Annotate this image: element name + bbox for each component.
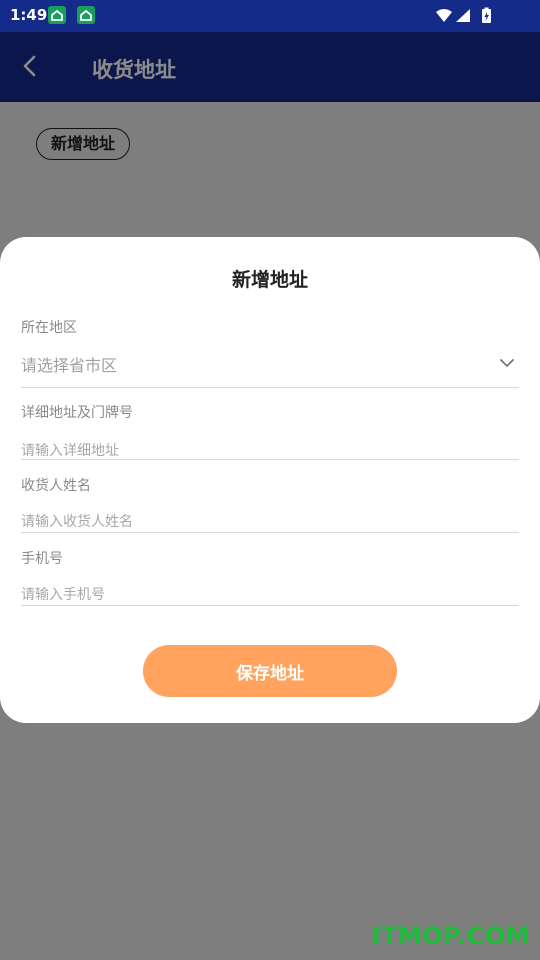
divider — [21, 387, 519, 388]
battery-charging-icon — [482, 7, 491, 23]
status-time: 1:49 — [10, 6, 48, 24]
home-notification-icon — [77, 6, 95, 24]
chevron-down-icon — [500, 359, 514, 367]
add-address-dialog: 新增地址 所在地区 请选择省市区 详细地址及门牌号 收货人姓名 手机号 保存地址 — [0, 237, 540, 723]
wifi-icon — [436, 9, 452, 22]
receiver-name-label: 收货人姓名 — [21, 478, 91, 494]
phone-input[interactable] — [21, 585, 519, 605]
watermark: ITMOP.COM — [371, 922, 530, 950]
phone-label: 手机号 — [21, 551, 63, 567]
region-select[interactable]: 请选择省市区 — [21, 349, 519, 379]
divider — [21, 532, 519, 533]
divider — [21, 605, 519, 606]
dialog-title: 新增地址 — [231, 269, 308, 291]
system-icons — [434, 7, 504, 29]
region-placeholder: 请选择省市区 — [21, 356, 118, 375]
region-label: 所在地区 — [21, 320, 77, 336]
status-bar: 1:49 — [0, 0, 540, 32]
detail-address-label: 详细地址及门牌号 — [21, 405, 133, 421]
receiver-name-input[interactable] — [21, 512, 519, 532]
divider — [21, 459, 519, 460]
detail-address-input[interactable] — [21, 441, 519, 461]
signal-icon — [456, 9, 470, 22]
home-notification-icon — [48, 6, 66, 24]
save-address-button[interactable]: 保存地址 — [143, 645, 397, 697]
